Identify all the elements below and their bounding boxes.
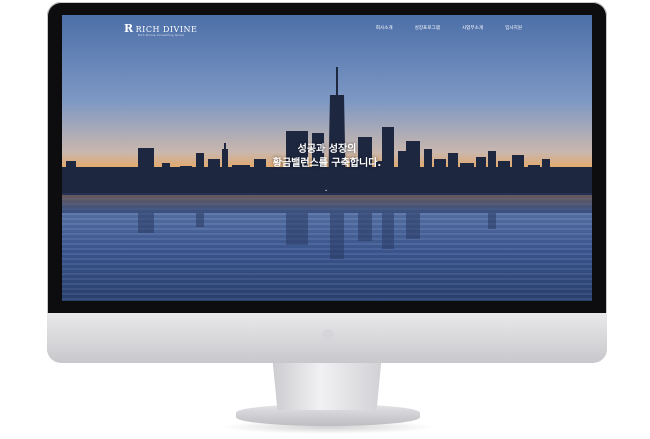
menu-item-apply[interactable]: 입사지원 [505,25,522,31]
monitor-stand-neck [272,362,382,410]
menu-item-company[interactable]: 회사소개 [376,25,393,31]
main-menu: 회사소개 성장프로그램 사업부소개 입사지원 [376,25,522,31]
menu-item-growth-program[interactable]: 성장프로그램 [415,25,440,31]
logo-text: RICH DIVINE [135,25,198,34]
monitor-screen: R RICH DIVINE Rich Divine Consulting Grou… [62,15,592,301]
menu-item-business[interactable]: 사업부소개 [462,25,483,31]
hero-headline: 성공과 성장의 황금밸런스를 구축합니다. [62,143,592,171]
skyline-reflection [62,193,592,259]
top-navigation: R RICH DIVINE Rich Divine Consulting Grou… [62,15,592,43]
hero-line-1: 성공과 성장의 [297,144,357,155]
hero-line-2: 황금밸런스를 구축합니다. [272,158,382,169]
city-skyline [62,67,592,195]
apple-logo-icon [322,329,334,341]
logo-tagline: Rich Divine Consulting Group [138,34,185,37]
scroll-down-icon[interactable]: ⌄ [324,187,328,193]
logo-mark-icon: R [124,22,134,35]
